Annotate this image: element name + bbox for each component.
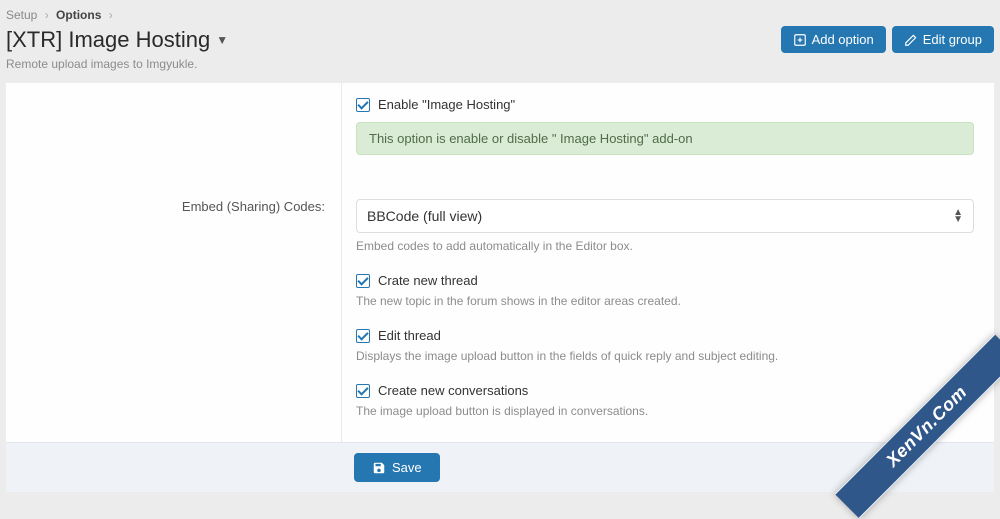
create-conv-label[interactable]: Create new conversations <box>378 383 528 398</box>
caret-down-icon: ▼ <box>216 33 228 47</box>
breadcrumb-item[interactable]: Setup <box>6 8 37 22</box>
breadcrumb: Setup › Options › <box>0 0 1000 26</box>
plus-square-icon <box>793 33 807 47</box>
page-title-text: [XTR] Image Hosting <box>6 27 210 53</box>
save-label: Save <box>392 460 422 475</box>
enable-label[interactable]: Enable "Image Hosting" <box>378 97 515 112</box>
chevron-right-icon: › <box>45 8 49 22</box>
add-option-button[interactable]: Add option <box>781 26 886 53</box>
chevron-right-icon: › <box>109 8 113 22</box>
embed-select-value: BBCode (full view) <box>367 208 482 224</box>
create-conv-checkbox[interactable] <box>356 384 370 398</box>
embed-label: Embed (Sharing) Codes: <box>6 185 341 442</box>
create-thread-checkbox[interactable] <box>356 274 370 288</box>
select-arrows-icon: ▲▼ <box>953 209 963 223</box>
create-thread-hint: The new topic in the forum shows in the … <box>356 294 974 308</box>
embed-hint: Embed codes to add automatically in the … <box>356 239 974 253</box>
page-title[interactable]: [XTR] Image Hosting ▼ <box>6 27 228 53</box>
breadcrumb-item-current[interactable]: Options <box>56 8 101 22</box>
enable-checkbox[interactable] <box>356 98 370 112</box>
create-conv-hint: The image upload button is displayed in … <box>356 404 974 418</box>
edit-thread-label[interactable]: Edit thread <box>378 328 441 343</box>
enable-hint: This option is enable or disable " Image… <box>356 122 974 155</box>
save-button[interactable]: Save <box>354 453 440 482</box>
save-icon <box>372 461 386 475</box>
edit-icon <box>904 33 918 47</box>
page-subtitle: Remote upload images to Imgyukle. <box>0 57 1000 83</box>
embed-select[interactable]: BBCode (full view) ▲▼ <box>356 199 974 233</box>
edit-thread-hint: Displays the image upload button in the … <box>356 349 974 363</box>
button-label: Edit group <box>923 32 982 47</box>
edit-thread-checkbox[interactable] <box>356 329 370 343</box>
edit-group-button[interactable]: Edit group <box>892 26 994 53</box>
button-label: Add option <box>812 32 874 47</box>
options-panel: Enable "Image Hosting" This option is en… <box>6 83 994 442</box>
create-thread-label[interactable]: Crate new thread <box>378 273 478 288</box>
